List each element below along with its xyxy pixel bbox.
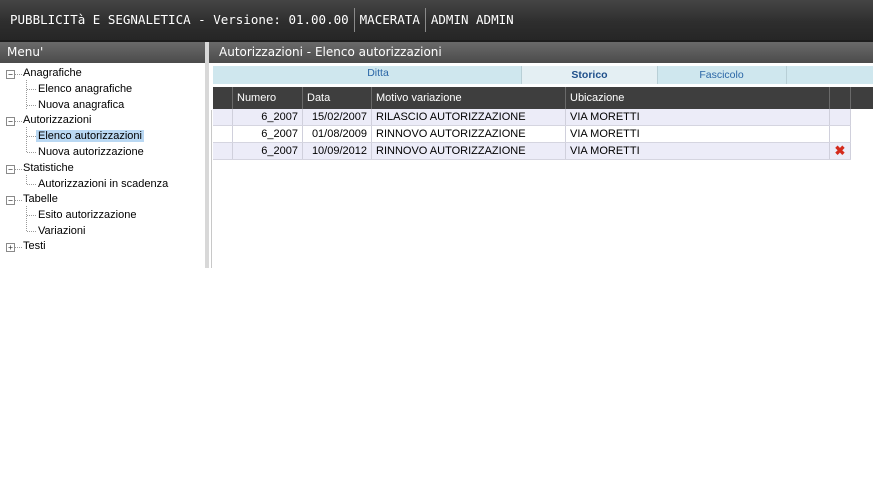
tab-fascicolo[interactable]: Fascicolo [657,66,787,84]
menu-item-tabelle[interactable]: Tabelle [23,193,58,205]
table-row[interactable]: 6_2007 10/09/2012 RINNOVO AUTORIZZAZIONE… [213,143,851,160]
tree-connector [15,74,22,75]
cell-numero: 6_2007 [233,143,303,159]
tab-storico[interactable]: Storico [521,66,658,84]
cell-action [830,126,851,142]
tab-ditta[interactable]: Ditta [213,64,543,82]
cell-data: 15/02/2007 [303,109,372,125]
tree-connector [15,200,22,201]
menu-item-elenco-autorizzazioni[interactable]: Elenco autorizzazioni [36,130,144,142]
menu-item-anagrafiche[interactable]: Anagrafiche [23,67,82,79]
grid-header-action [830,87,851,109]
collapse-icon[interactable]: − [6,165,15,174]
menu-item-autorizzazioni[interactable]: Autorizzazioni [23,114,91,126]
menu-item-elenco-anagrafiche[interactable]: Elenco anagrafiche [38,83,132,95]
menu-item-testi[interactable]: Testi [23,240,46,252]
tree-connector [27,184,36,185]
row-selector[interactable] [213,109,233,125]
cell-motivo: RILASCIO AUTORIZZAZIONE [372,109,566,125]
column-header-motivo[interactable]: Motivo variazione [372,87,566,109]
row-selector[interactable] [213,126,233,142]
menu-item-variazioni[interactable]: Variazioni [38,225,86,237]
cell-ubicazione: VIA MORETTI [566,109,830,125]
app-header-bar: PUBBLICITà E SEGNALETICA - Versione: 01.… [0,0,873,40]
row-selector[interactable] [213,143,233,159]
cell-numero: 6_2007 [233,126,303,142]
cell-data: 01/08/2009 [303,126,372,142]
tree-connector [15,121,22,122]
panel-divider [211,110,212,268]
expand-icon[interactable]: + [6,243,15,252]
tree-connector [26,206,27,231]
tree-connector [27,105,36,106]
tree-connector [27,136,36,137]
collapse-icon[interactable]: − [6,196,15,205]
tree-connector [15,247,22,248]
table-row[interactable]: 6_2007 15/02/2007 RILASCIO AUTORIZZAZION… [213,109,851,126]
menu-header: Menu' [0,42,205,63]
page-title: Autorizzazioni - Elenco autorizzazioni [209,42,873,63]
tab-strip: Ditta Storico Fascicolo [213,66,873,84]
cell-data: 10/09/2012 [303,143,372,159]
tree-connector [27,152,36,153]
table-row[interactable]: 6_2007 01/08/2009 RINNOVO AUTORIZZAZIONE… [213,126,851,143]
menu-item-nuova-anagrafica[interactable]: Nuova anagrafica [38,99,124,111]
tree-connector [15,169,22,170]
cell-action [830,109,851,125]
cell-numero: 6_2007 [233,109,303,125]
main-panel: Autorizzazioni - Elenco autorizzazioni D… [209,42,873,160]
column-header-ubicazione[interactable]: Ubicazione [566,87,830,109]
menu-item-esito-autorizzazione[interactable]: Esito autorizzazione [38,209,136,221]
city-label: MACERATA [359,12,420,27]
menu-item-nuova-autorizzazione[interactable]: Nuova autorizzazione [38,146,144,158]
collapse-icon[interactable]: − [6,117,15,126]
tree-connector [26,175,27,184]
cell-ubicazione: VIA MORETTI [566,143,830,159]
app-title: PUBBLICITà E SEGNALETICA - Versione: 01.… [10,12,349,27]
menu-item-statistiche[interactable]: Statistiche [23,162,74,174]
tree-connector [26,127,27,152]
delete-icon[interactable]: ✖ [830,143,851,159]
grid-header: Numero Data Motivo variazione Ubicazione [213,87,873,109]
cell-motivo: RINNOVO AUTORIZZAZIONE [372,143,566,159]
tree-connector [27,231,36,232]
menu-item-autorizzazioni-in-scadenza[interactable]: Autorizzazioni in scadenza [38,178,168,190]
cell-motivo: RINNOVO AUTORIZZAZIONE [372,126,566,142]
cell-ubicazione: VIA MORETTI [566,126,830,142]
user-label: ADMIN ADMIN [430,12,514,27]
tree-connector [27,89,36,90]
tree-connector [27,215,36,216]
grid-header-spacer [213,87,233,109]
collapse-icon[interactable]: − [6,70,15,79]
sidebar-menu: Menu' − Anagrafiche Elenco anagrafiche N… [0,42,209,268]
column-header-data[interactable]: Data [303,87,372,109]
column-header-numero[interactable]: Numero [233,87,303,109]
